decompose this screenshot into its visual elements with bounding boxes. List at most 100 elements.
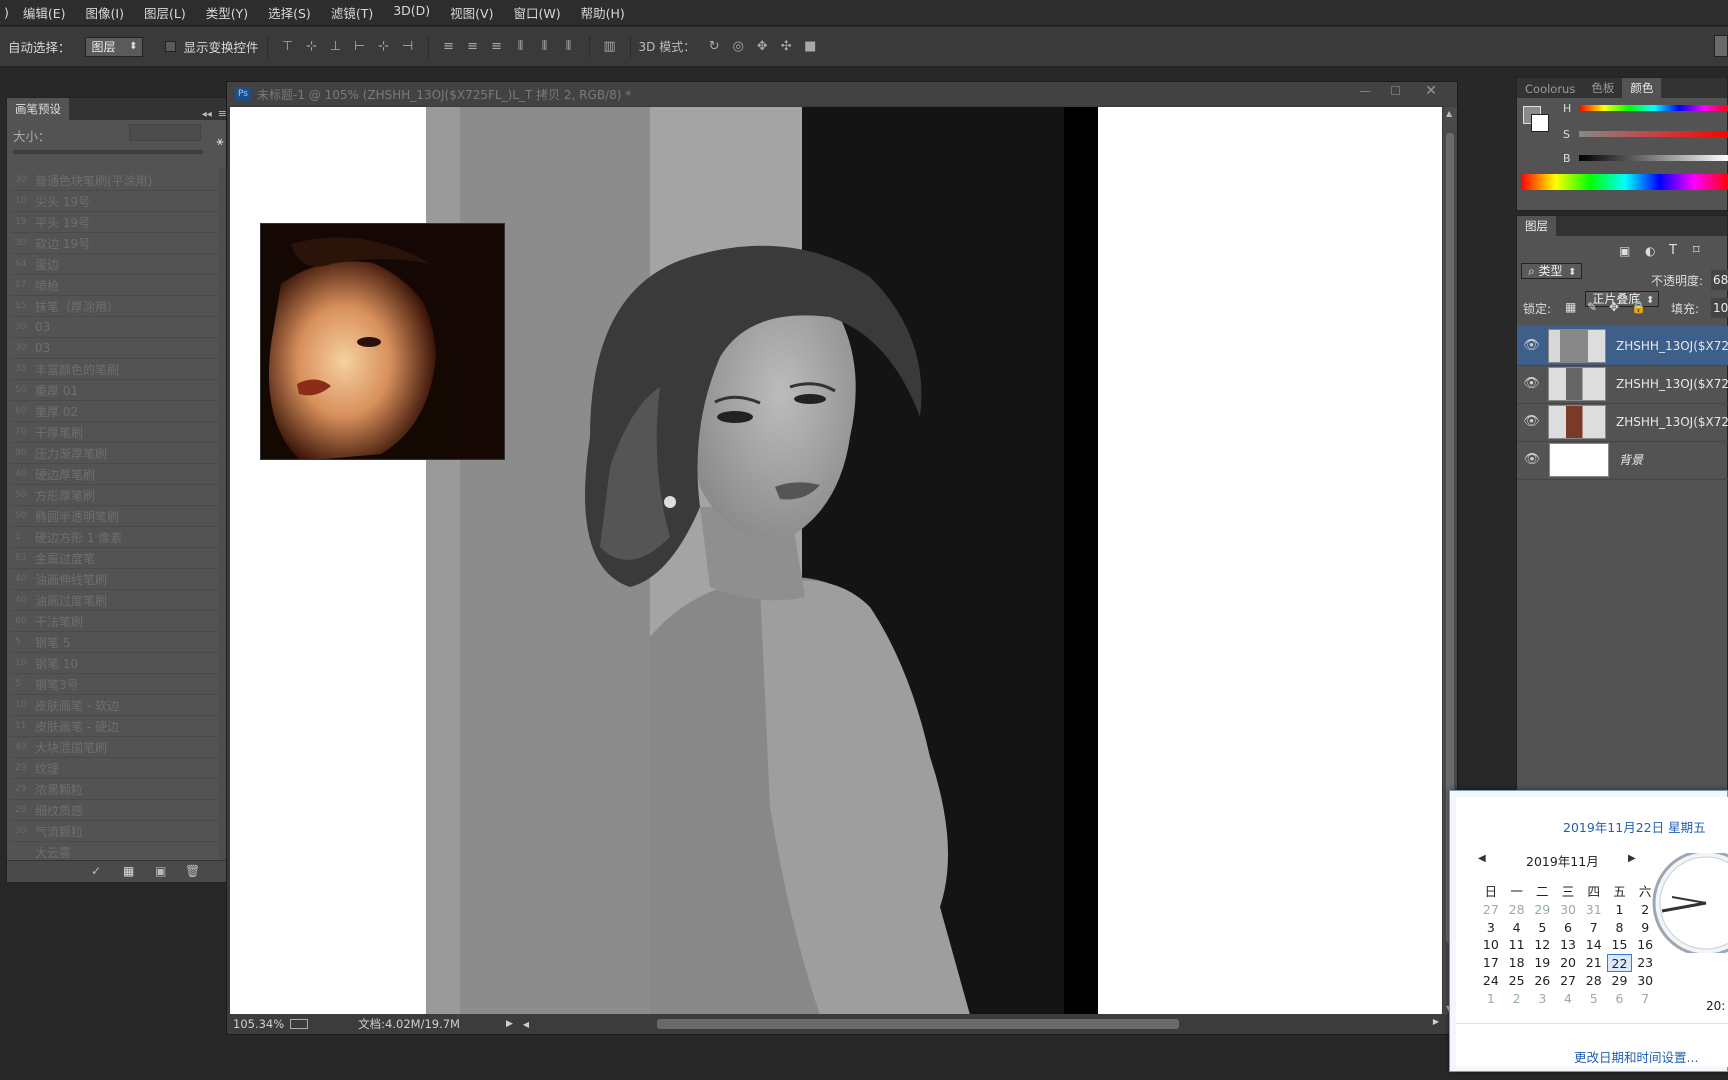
calendar-month-label[interactable]: 2019年11月 (1526, 851, 1599, 870)
brush-preset-item[interactable]: 49 大块混国笔刷 (11, 737, 223, 758)
calendar-day[interactable]: 24 (1478, 972, 1504, 990)
menu-item[interactable]: 编辑(E) (13, 3, 76, 22)
tab-color[interactable]: 颜色 (1622, 78, 1662, 98)
tab-swatches[interactable]: 色板 (1583, 78, 1622, 98)
pixel-filter-icon[interactable]: ▣ (1619, 244, 1630, 258)
brush-preset-item[interactable]: 30 气流颗粒 (11, 821, 223, 842)
align-top-icon[interactable]: ⊤ (279, 38, 297, 56)
calendar-day[interactable]: 13 (1555, 936, 1581, 954)
brush-preset-item[interactable]: 50 方形厚笔刷 (11, 485, 223, 506)
calendar-day[interactable]: 15 (1607, 936, 1633, 954)
menu-item[interactable]: 视图(V) (440, 3, 503, 22)
brush-preset-item[interactable]: 40 油画伸线笔刷 (11, 569, 223, 590)
calendar-day[interactable]: 20 (1555, 954, 1581, 972)
change-datetime-link[interactable]: 更改日期和时间设置... (1574, 1047, 1698, 1066)
brush-preset-item[interactable]: 10 皮肤画笔 - 软边 (11, 695, 223, 716)
menu-item[interactable]: 图像(I) (76, 3, 134, 22)
brush-preset-item[interactable]: 10 尖头 19号 (11, 191, 223, 212)
brush-preset-item[interactable]: 90 压力渐厚笔刷 (11, 443, 223, 464)
calendar-day[interactable]: 25 (1504, 972, 1530, 990)
collapse-icon[interactable]: ◂◂ (202, 109, 212, 120)
reference-photo[interactable] (260, 223, 505, 460)
auto-align-icon[interactable]: ▥ (601, 38, 619, 56)
calendar-day[interactable]: 14 (1581, 936, 1607, 954)
hue-slider[interactable] (1579, 105, 1728, 111)
align-hcenter-icon[interactable]: ⊹ (375, 38, 393, 56)
menu-item[interactable]: 类型(Y) (196, 3, 258, 22)
align-left-icon[interactable]: ⊢ (351, 38, 369, 56)
brush-preset-item[interactable]: 60 重厚 02 (11, 401, 223, 422)
distribute-right-icon[interactable]: ⫴ (560, 38, 578, 56)
calendar-day[interactable]: 4 (1504, 919, 1530, 937)
close-icon[interactable]: ✕ (1425, 83, 1437, 99)
brush-preset-item[interactable]: 1 硬边方形 1 像素 (11, 527, 223, 548)
minimize-icon[interactable]: — (1359, 84, 1371, 98)
distribute-left-icon[interactable]: ⫴ (512, 38, 530, 56)
workspace-button[interactable] (1714, 35, 1728, 57)
prev-month-icon[interactable]: ◀ (1478, 853, 1486, 864)
calendar-day[interactable]: 29 (1529, 901, 1555, 919)
3d-roll-icon[interactable]: ◎ (729, 38, 747, 56)
calendar-day[interactable]: 28 (1504, 901, 1530, 919)
visibility-eye-icon[interactable]: 👁 (1517, 414, 1546, 429)
menu-item[interactable]: 图层(L) (134, 3, 196, 22)
trash-icon[interactable]: 🗑 (185, 864, 200, 878)
adjustment-filter-icon[interactable]: ◐ (1645, 244, 1655, 258)
calendar-day[interactable]: 31 (1581, 901, 1607, 919)
calendar-day[interactable]: 7 (1632, 990, 1658, 1008)
lock-all-icon[interactable]: 🔒 (1631, 300, 1646, 314)
calendar-day[interactable]: 1 (1607, 901, 1633, 919)
type-filter-icon[interactable]: T (1669, 243, 1677, 258)
calendar-day[interactable]: 11 (1504, 936, 1530, 954)
calendar-day[interactable]: 6 (1555, 919, 1581, 937)
scroll-left-icon[interactable]: ◀ (523, 1020, 529, 1029)
menu-overflow[interactable]: ) (0, 5, 13, 20)
calendar-day[interactable]: 17 (1478, 954, 1504, 972)
brush-preset-item[interactable]: 64 蛋边 (11, 254, 223, 275)
scroll-up-icon[interactable]: ▲ (1446, 109, 1452, 118)
calendar-day[interactable]: 10 (1478, 936, 1504, 954)
layer-row[interactable]: 👁 ZHSHH_13OJ($X72 (1517, 326, 1728, 366)
calendar-day[interactable]: 3 (1478, 919, 1504, 937)
calendar-day[interactable]: 30 (1555, 901, 1581, 919)
brush-preset-item[interactable]: 30 03 (11, 317, 223, 338)
calendar-day[interactable]: 23 (1632, 954, 1658, 972)
fill-field[interactable]: 10 (1711, 298, 1728, 318)
opacity-field[interactable]: 68 (1711, 270, 1728, 290)
scroll-right-icon[interactable]: ▶ (1433, 1017, 1439, 1026)
menu-item[interactable]: 窗口(W) (503, 3, 570, 22)
calendar-day[interactable]: 3 (1529, 990, 1555, 1008)
horizontal-scroll-thumb[interactable] (657, 1019, 1179, 1029)
calendar-day[interactable]: 5 (1581, 990, 1607, 1008)
canvas[interactable] (230, 107, 1442, 1015)
calendar-day[interactable]: 6 (1607, 990, 1633, 1008)
brush-preset-item[interactable]: 大云雾 (11, 842, 223, 860)
calendar-day[interactable]: 2 (1504, 990, 1530, 1008)
3d-pan-icon[interactable]: ✥ (753, 38, 771, 56)
3d-slide-icon[interactable]: ✣ (777, 38, 795, 56)
tab-layers[interactable]: 图层 (1517, 216, 1556, 236)
tab-coolorus[interactable]: Coolorus (1517, 80, 1583, 98)
brush-preset-item[interactable]: 35 丰富颜色的笔刷 (11, 359, 223, 380)
brush-preset-item[interactable]: 30 03 (11, 338, 223, 359)
visibility-eye-icon[interactable]: 👁 (1517, 376, 1546, 391)
lock-transparency-icon[interactable]: ▦ (1565, 300, 1576, 314)
menu-item[interactable]: 选择(S) (258, 3, 321, 22)
menu-item[interactable]: 3D(D) (383, 3, 440, 22)
calendar-day[interactable]: 21 (1581, 954, 1607, 972)
brush-preset-item[interactable]: 15 抹笔（厚涂用） (11, 296, 223, 317)
3d-rotate-icon[interactable]: ↻ (705, 38, 723, 56)
brush-preset-item[interactable]: 30 软边 19号 (11, 233, 223, 254)
brush-presets-tab[interactable]: 画笔预设 (7, 98, 69, 120)
calendar-day[interactable]: 29 (1607, 972, 1633, 990)
calendar-day[interactable]: 26 (1529, 972, 1555, 990)
align-right-icon[interactable]: ⊣ (399, 38, 417, 56)
brush-panel-icon[interactable]: ▦ (123, 864, 134, 878)
brush-preset-item[interactable]: 10 钢笔 10 (11, 653, 223, 674)
brush-preset-item[interactable]: 29 细纹质感 (11, 800, 223, 821)
layer-row[interactable]: 👁 背景 (1517, 440, 1728, 480)
saturation-slider[interactable] (1579, 131, 1728, 137)
distribute-top-icon[interactable]: ≡ (440, 38, 458, 56)
size-field[interactable] (129, 124, 201, 141)
3d-scale-icon[interactable]: ■ (801, 38, 819, 56)
